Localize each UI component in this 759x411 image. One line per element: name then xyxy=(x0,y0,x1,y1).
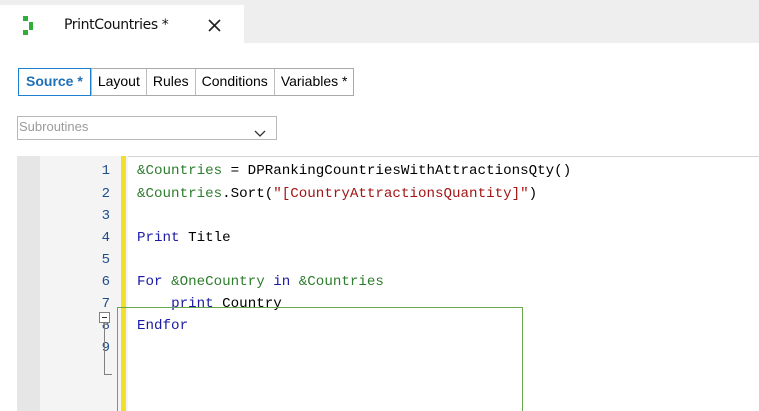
code-line[interactable]: &Countries = DPRankingCountriesWithAttra… xyxy=(137,161,571,181)
tab-source[interactable]: Source * xyxy=(18,68,91,96)
line-number: 2 xyxy=(101,186,110,202)
line-number: 5 xyxy=(101,252,110,268)
line-number: 6 xyxy=(101,274,110,290)
code-line[interactable]: Print Title xyxy=(137,228,231,248)
document-tab-title: PrintCountries * xyxy=(64,17,169,33)
fold-end-marker xyxy=(104,374,112,375)
object-icon xyxy=(23,15,45,37)
part-tabs: Source * Layout Rules Conditions Variabl… xyxy=(18,68,355,96)
for-block-outline xyxy=(117,307,523,411)
close-icon[interactable] xyxy=(205,16,225,36)
editor-margin xyxy=(17,156,40,411)
document-tab[interactable]: PrintCountries * xyxy=(0,5,244,43)
line-number: 3 xyxy=(101,208,110,224)
subroutines-dropdown-value: Subroutines xyxy=(19,119,89,134)
tab-conditions[interactable]: Conditions xyxy=(194,69,274,95)
tab-variables[interactable]: Variables * xyxy=(273,69,354,95)
tab-rules[interactable]: Rules xyxy=(145,69,195,95)
editor-border xyxy=(17,156,759,157)
tab-layout[interactable]: Layout xyxy=(90,69,146,95)
document-tab-strip: PrintCountries * xyxy=(0,0,759,43)
code-line[interactable]: For &OneCountry in &Countries xyxy=(137,272,384,292)
line-number: 1 xyxy=(101,163,110,179)
code-line[interactable]: &Countries.Sort("[CountryAttractionsQuan… xyxy=(137,184,537,204)
line-number: 9 xyxy=(101,340,110,356)
line-number: 7 xyxy=(101,296,110,312)
line-number: 4 xyxy=(101,230,110,246)
fold-guide-line xyxy=(104,322,105,375)
chevron-down-icon xyxy=(254,123,266,142)
subroutines-dropdown[interactable]: Subroutines xyxy=(17,116,277,140)
